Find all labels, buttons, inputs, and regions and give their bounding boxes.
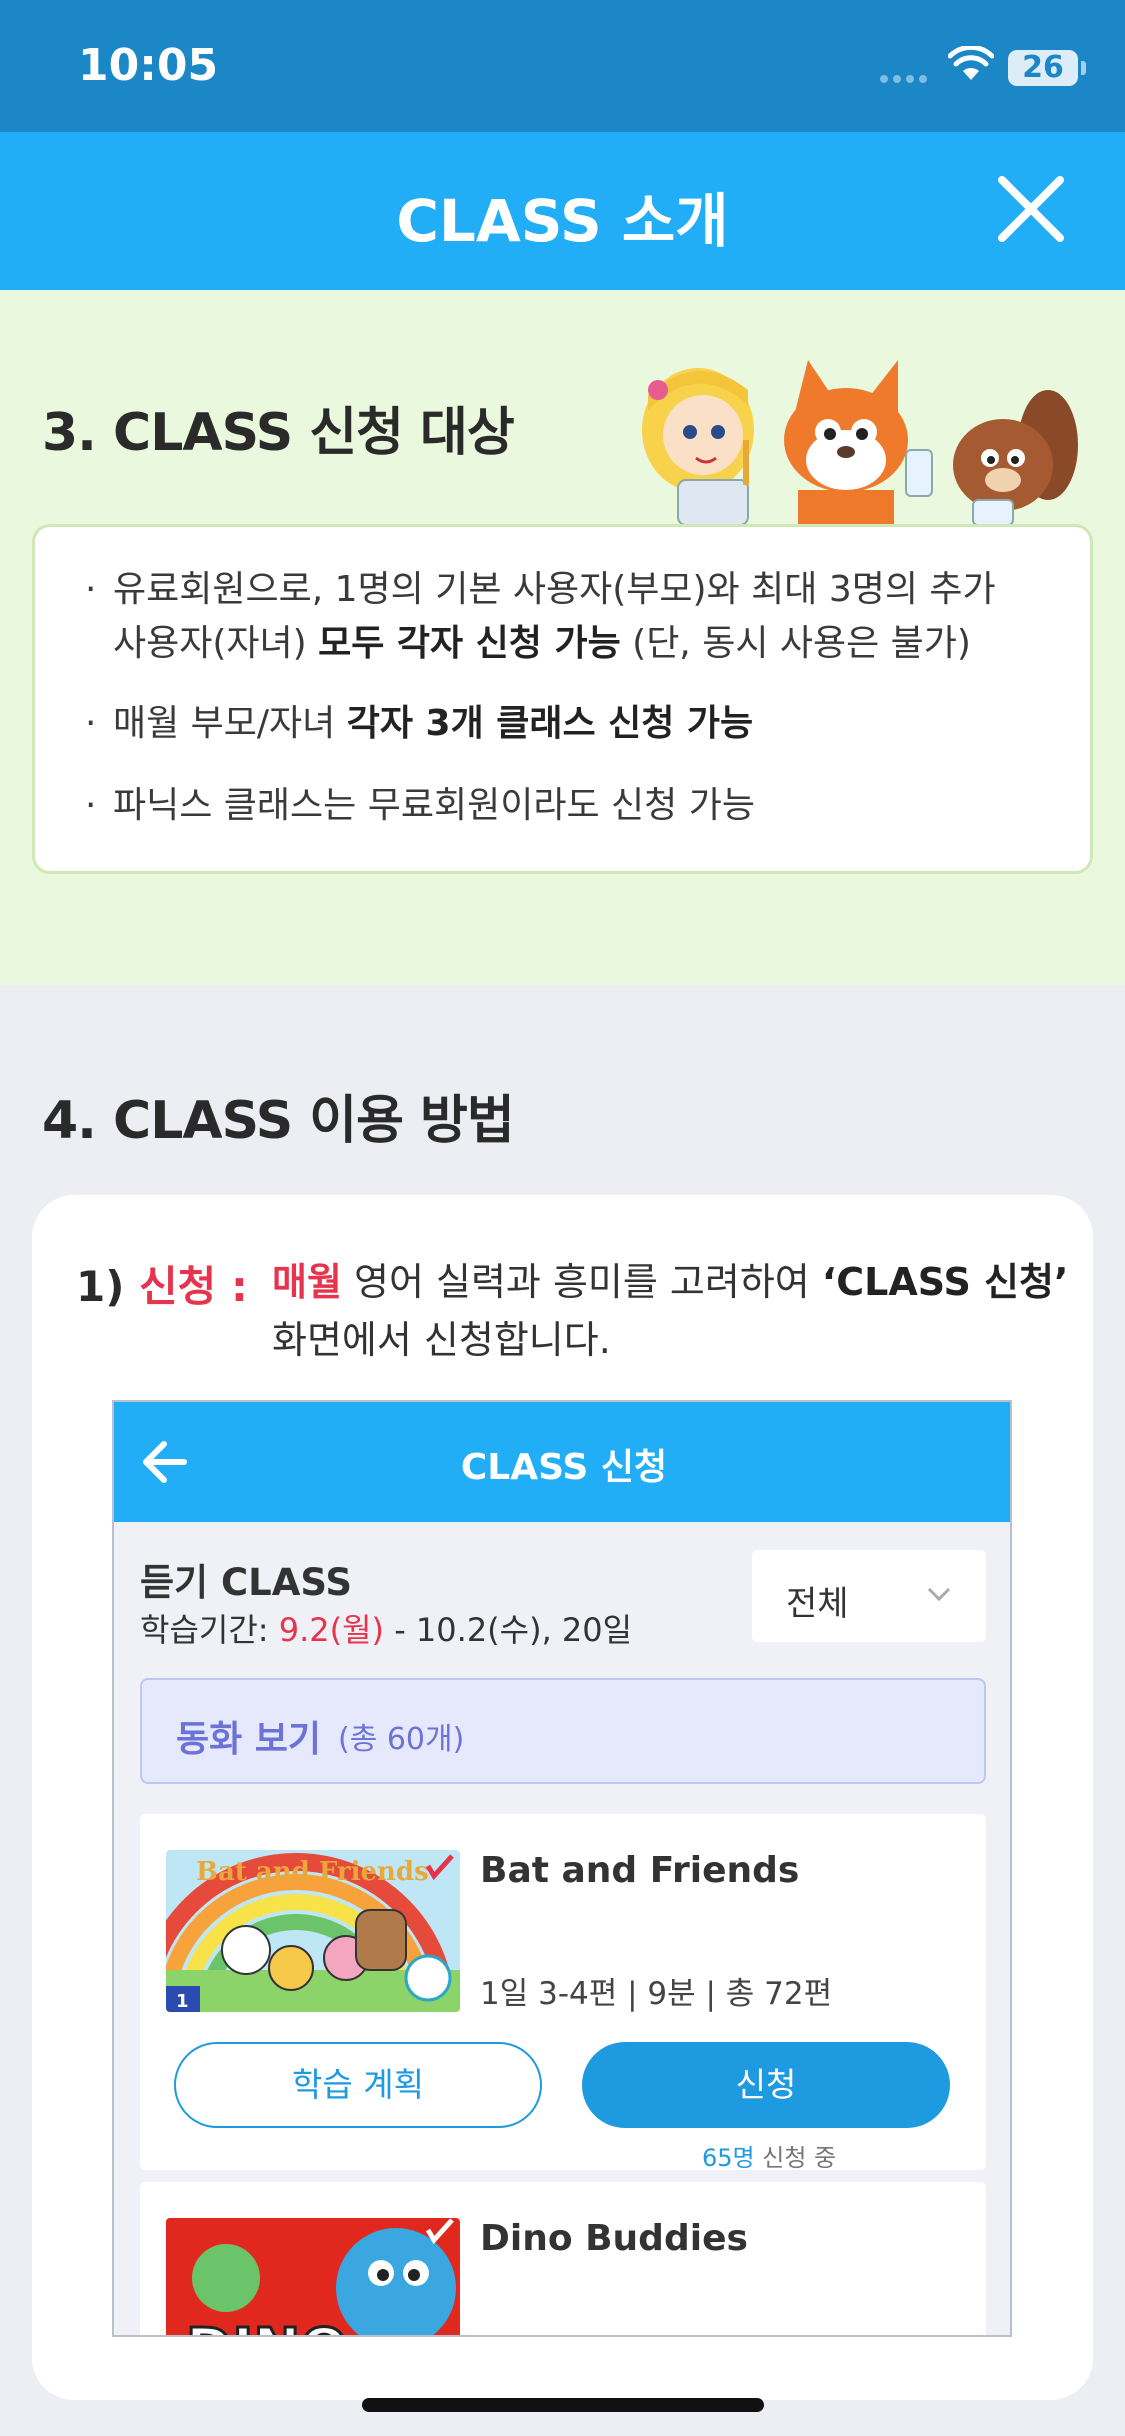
status-time: 10:05 [78,40,219,91]
svg-text:DINO: DINO [186,2317,348,2337]
target-bullet-1: · 유료회원으로, 1명의 기본 사용자(부모)와 최대 3명의 추가 사용자(… [85,563,996,671]
dino-buddies-thumbnail: DINO [166,2218,460,2337]
battery-indicator: 26 [1008,50,1086,86]
target-bullet-2: · 매월 부모/자녀 각자 3개 클래스 신청 가능 [85,697,753,751]
bullet-line: 매월 부모/자녀 각자 3개 클래스 신청 가능 [113,703,754,744]
app-header: CLASS 소개 [0,132,1125,290]
page-title: CLASS 소개 [396,187,729,255]
study-period: 학습기간: 9.2(월) - 10.2(수), 20일 [140,1611,633,1649]
status-bar: 10:05 26 [0,0,1125,132]
step-description: 매월 영어 실력과 흥미를 고려하여 ‘CLASS 신청’ 화면에서 신청합니다… [272,1260,1069,1362]
category-header: 동화 보기 (총 60개) [140,1678,986,1784]
apply-button: 신청 [582,2042,950,2128]
bat-and-friends-thumbnail: Bat and Friends 1 [166,1850,460,2012]
target-bullet-3: · 파닉스 클래스는 무료회원이라도 신청 가능 [85,779,755,833]
applying-count: 65명 신청 중 [702,2144,837,2172]
cellular-signal-icon [880,68,936,83]
mock-title: CLASS 신청 [460,1447,668,1488]
class-apply-screenshot: CLASS 신청 듣기 CLASS 학습기간: 9.2(월) - 10.2(수)… [112,1400,1012,2337]
section-4-title: 4. CLASS 이용 방법 [42,1091,515,1151]
mascot-characters-illustration [642,360,1078,525]
step-label: 1) 신청 : [76,1262,248,1311]
filter-dropdown: 전체 [752,1550,986,1642]
bullet-line: 유료회원으로, 1명의 기본 사용자(부모)와 최대 3명의 추가 [113,569,996,610]
section-3-title: 3. CLASS 신청 대상 [42,403,515,463]
item-meta: 1일 3-4편 | 9분 | 총 72편 [480,1976,833,2012]
close-icon[interactable] [988,166,1074,252]
mock-header: CLASS 신청 [114,1402,1010,1522]
bullet-line: 사용자(자녀) 모두 각자 신청 가능 (단, 동시 사용은 불가) [113,623,971,664]
svg-text:Bat and Friends: Bat and Friends [196,1857,429,1887]
class-item: Bat and Friends 1 Bat and Friends 1일 3-4… [140,1814,986,2172]
chevron-down-icon [927,1587,951,1602]
class-item: DINO Dino Buddies [140,2182,986,2337]
home-indicator [362,2398,764,2412]
study-plan-button: 학습 계획 [174,2042,542,2128]
usage-card: 1) 신청 : 매월 영어 실력과 흥미를 고려하여 ‘CLASS 신청’ 화면… [32,1195,1093,2400]
svg-text:1: 1 [176,1991,189,2012]
wifi-icon [948,46,994,80]
item-name: Dino Buddies [480,2218,748,2259]
bullet-line: 파닉스 클래스는 무료회원이라도 신청 가능 [113,785,755,826]
item-name: Bat and Friends [480,1850,800,1891]
target-info-box: · 유료회원으로, 1명의 기본 사용자(부모)와 최대 3명의 추가 사용자(… [32,524,1093,874]
class-name: 듣기 CLASS [140,1561,352,1604]
section-class-target: 3. CLASS 신청 대상 · 유료회원으로, 1명의 기본 사용자(부모)와… [0,290,1125,985]
